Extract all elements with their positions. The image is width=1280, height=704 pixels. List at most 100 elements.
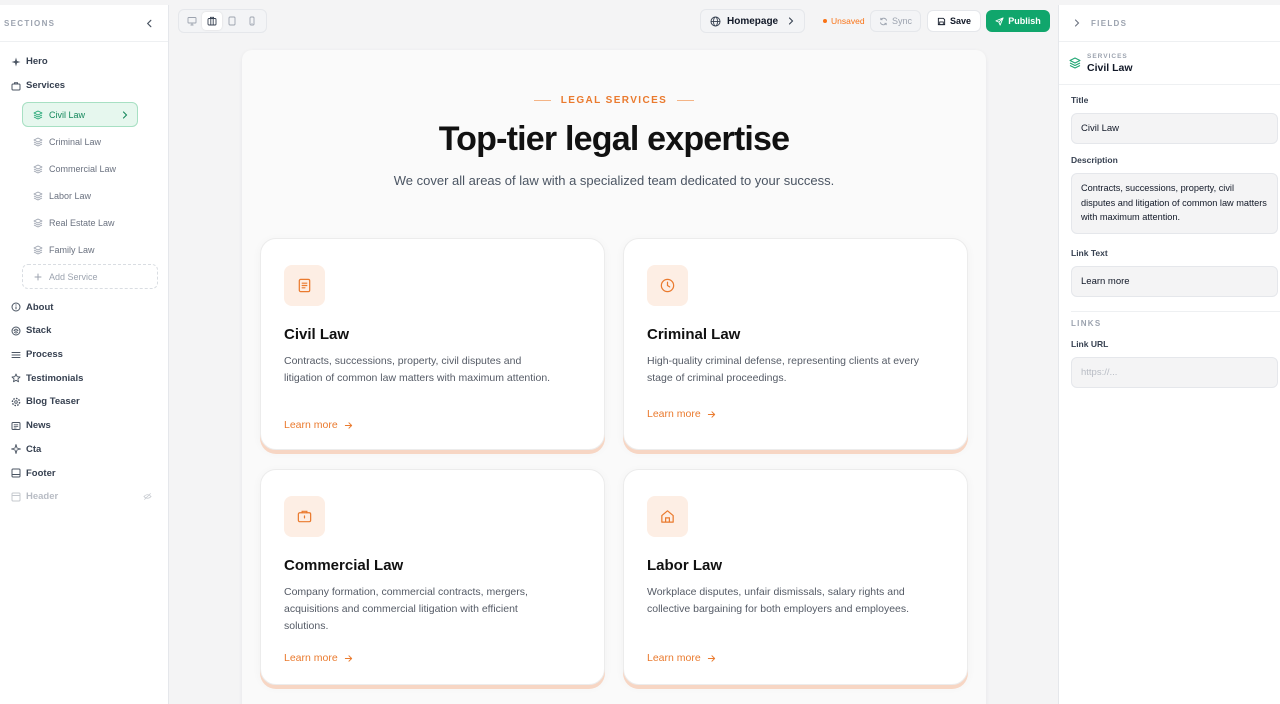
desktop-view-button[interactable] [182,12,201,30]
learn-more-label: Learn more [647,408,701,420]
section-label: Header [26,491,59,503]
section-item-cta[interactable]: Cta [0,438,168,462]
card-description: Workplace disputes, unfair dismissals, s… [647,586,910,615]
description-field[interactable]: Contracts, successions, property, civil … [1071,173,1278,234]
eyebrow-line [677,100,695,101]
card-description: High-quality criminal defense, represent… [647,355,919,384]
service-item-label: Real Estate Law [49,217,115,228]
section-item-services[interactable]: Services [0,74,168,98]
preview-canvas: LEGAL SERVICES Top-tier legal expertise … [170,38,1058,704]
collapse-sidebar-icon[interactable] [145,19,154,28]
sync-button[interactable]: Sync [870,10,921,32]
services-item-list: Civil Law Criminal Law Commercial Law La… [0,97,168,295]
service-item-label: Labor Law [49,190,92,201]
laptop-view-button[interactable] [202,12,222,30]
device-switcher [178,9,267,33]
briefcase-icon [11,81,21,91]
section-item-about[interactable]: About [0,295,168,319]
info-icon [11,302,21,312]
fields-panel-title: FIELDS [1091,18,1128,28]
section-label: Cta [26,443,42,455]
add-service-button[interactable]: Add Service [22,264,158,290]
eyebrow-line [533,100,551,101]
section-item-footer[interactable]: Footer [0,461,168,485]
section-label: News [26,420,51,432]
save-button[interactable]: Save [927,10,981,32]
status-text: Unsaved [831,16,865,26]
service-item-labor-law[interactable]: Labor Law [22,183,158,208]
fields-panel: FIELDS SERVICES Civil Law Title Civil La… [1058,5,1280,704]
save-icon [937,17,950,26]
section-label: Services [26,80,66,92]
eye-off-icon[interactable] [143,492,152,501]
service-card-criminal-law[interactable]: Criminal Law High-quality criminal defen… [623,238,968,450]
service-card-commercial-law[interactable]: Commercial Law Company formation, commer… [260,469,605,685]
sparkle-icon [11,444,21,455]
add-service-label: Add Service [49,271,98,282]
section-eyebrow: LEGAL SERVICES [242,95,986,106]
service-item-family-law[interactable]: Family Law [22,237,158,262]
section-subheadline: We cover all areas of law with a special… [393,173,835,188]
service-item-commercial-law[interactable]: Commercial Law [22,156,158,181]
service-card-labor-law[interactable]: Labor Law Workplace disputes, unfair dis… [623,469,968,685]
link-url-field[interactable]: https://... [1071,357,1278,388]
editor-toolbar: Homepage Unsaved Sync Save Publish [170,5,1058,38]
service-item-civil-law[interactable]: Civil Law [22,102,138,128]
learn-more-link[interactable]: Learn more [647,408,716,420]
section-item-process[interactable]: Process [0,343,168,367]
service-item-real-estate-law[interactable]: Real Estate Law [22,210,158,235]
section-label: Footer [26,467,56,479]
section-item-stack[interactable]: Stack [0,319,168,343]
service-item-label: Civil Law [49,109,86,120]
service-item-label: Commercial Law [49,163,117,174]
layout-icon [11,468,21,478]
layers-icon [33,164,43,174]
section-label: About [26,301,54,313]
section-label: Stack [26,325,52,337]
learn-more-link[interactable]: Learn more [284,419,353,431]
page-selector[interactable]: Homepage [700,9,805,33]
section-item-testimonials[interactable]: Testimonials [0,366,168,390]
chevron-right-icon [787,17,795,25]
service-item-criminal-law[interactable]: Criminal Law [22,129,158,154]
layers-icon [11,326,21,336]
list-icon [11,350,21,360]
section-item-blog-teaser[interactable]: Blog Teaser [0,390,168,414]
status-dot [823,19,827,23]
expand-panel-icon[interactable] [1073,19,1081,27]
arrow-right-icon [338,654,353,663]
section-item-header[interactable]: Header [0,485,168,509]
title-field[interactable]: Civil Law [1071,113,1278,144]
arrow-right-icon [701,410,716,419]
sections-sidebar: SECTIONS Hero Services Civil Law Crimina… [0,5,169,704]
selected-item-breadcrumb: SERVICES Civil Law [1059,42,1280,85]
chevron-right-icon [121,111,129,119]
sync-label: Sync [891,16,912,26]
publish-label: Publish [1008,16,1041,26]
home-icon [647,496,688,537]
sidebar-title: SECTIONS [4,18,56,28]
tablet-view-button[interactable] [223,12,242,30]
section-label: Process [26,349,63,361]
title-field-label: Title [1071,95,1089,105]
learn-more-link[interactable]: Learn more [284,652,353,664]
learn-more-link[interactable]: Learn more [647,652,716,664]
globe-icon [710,16,721,27]
gear-icon [11,397,21,407]
mobile-view-button[interactable] [243,12,262,30]
service-card-civil-law[interactable]: Civil Law Contracts, successions, proper… [260,238,605,450]
link-text-field[interactable]: Learn more [1071,266,1278,297]
section-item-news[interactable]: News [0,414,168,438]
card-title: Labor Law [647,557,723,574]
section-item-hero[interactable]: Hero [0,50,168,74]
eyebrow-text: LEGAL SERVICES [560,95,668,106]
service-item-label: Family Law [49,244,95,255]
section-label: Blog Teaser [26,396,80,408]
service-item-label: Criminal Law [49,136,102,147]
section-headline: Top-tier legal expertise [438,120,790,158]
publish-button[interactable]: Publish [986,10,1050,32]
sparkle-icon [11,57,21,67]
link-url-field-label: Link URL [1071,339,1109,349]
arrow-right-icon [701,654,716,663]
sidebar-header: SECTIONS [0,5,168,42]
